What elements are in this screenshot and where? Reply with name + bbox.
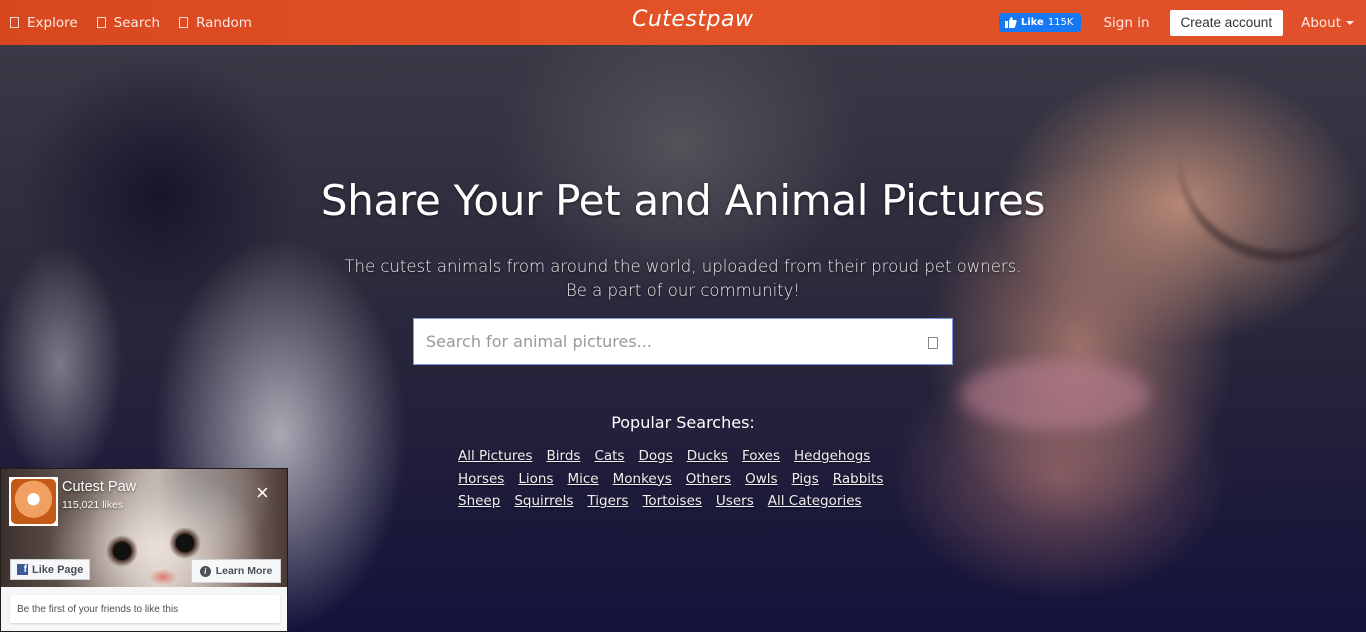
nav-search-label: Search — [113, 14, 161, 31]
popular-search-link[interactable]: Mice — [567, 471, 598, 487]
nav-random[interactable]: Random — [179, 15, 252, 31]
popular-searches-row: All Pictures Birds Cats Dogs Ducks Foxes Hedge… — [458, 445, 897, 468]
top-nav: Explore Search Random Cutestpaw Like 115… — [0, 0, 1366, 45]
search-box — [413, 318, 953, 365]
nav-explore-label: Explore — [27, 14, 78, 31]
fb-page-avatar[interactable] — [9, 477, 58, 526]
popular-search-link[interactable]: Pigs — [792, 471, 819, 487]
popular-search-link[interactable]: Ducks — [687, 448, 728, 464]
popular-search-link[interactable]: Tigers — [587, 493, 628, 509]
popular-search-link[interactable]: Hedgehogs — [794, 448, 870, 464]
popular-search-link[interactable]: Rabbits — [833, 471, 884, 487]
popular-search-link[interactable]: Cats — [594, 448, 624, 464]
fb-like-count: 115K — [1047, 17, 1074, 28]
fb-friends-text: Be the first of your friends to like thi… — [10, 595, 280, 623]
search-input[interactable] — [426, 321, 906, 362]
popular-searches: All Pictures Birds Cats Dogs Ducks Foxes Hedge… — [458, 445, 897, 513]
fb-page-name[interactable]: Cutest Paw — [62, 479, 136, 495]
popular-search-link[interactable]: All Categories — [768, 493, 862, 509]
popular-search-link[interactable]: Dogs — [638, 448, 672, 464]
nav-explore[interactable]: Explore — [10, 15, 78, 31]
cat-avatar-image — [11, 479, 56, 524]
close-icon[interactable]: × — [256, 482, 269, 504]
popular-searches-title: Popular Searches: — [611, 413, 755, 432]
popular-search-link[interactable]: Others — [686, 471, 731, 487]
popular-search-link[interactable]: Squirrels — [514, 493, 573, 509]
hero-subtitle-line2: Be a part of our community! — [565, 281, 801, 300]
popular-search-link[interactable]: Horses — [458, 471, 504, 487]
popular-searches-row: Horses Lions Mice Monkeys Others Owls Pigs Rabb… — [458, 468, 897, 491]
popular-search-link[interactable]: Lions — [518, 471, 553, 487]
facebook-page-widget: Cutest Paw 115,021 likes × f Like Page i… — [0, 468, 288, 632]
caret-down-icon — [1346, 20, 1354, 25]
about-dropdown[interactable]: About — [1301, 15, 1354, 31]
popular-search-link[interactable]: Foxes — [742, 448, 780, 464]
fb-learn-more-button[interactable]: i Learn More — [191, 559, 281, 583]
site-logo[interactable]: Cutestpaw — [632, 7, 754, 32]
popular-search-link[interactable]: Sheep — [458, 493, 500, 509]
popular-search-link[interactable]: All Pictures — [458, 448, 533, 464]
fb-learn-more-label: Learn More — [215, 565, 273, 577]
fb-page-likes: 115,021 likes — [62, 499, 124, 511]
hero-subtitle: The cutest animals from around the world… — [0, 255, 1366, 303]
popular-search-link[interactable]: Monkeys — [613, 471, 672, 487]
fb-like-label: Like — [1020, 17, 1044, 28]
fb-like-button[interactable]: Like 115K — [998, 13, 1082, 32]
nav-left: Explore Search Random — [0, 0, 271, 45]
hero-title: Share Your Pet and Animal Pictures — [320, 176, 1046, 225]
thumbs-up-icon — [1004, 17, 1017, 28]
popular-search-link[interactable]: Owls — [745, 471, 777, 487]
fb-like-page-button[interactable]: f Like Page — [10, 559, 91, 580]
shuffle-icon — [179, 17, 189, 28]
nav-search[interactable]: Search — [96, 14, 161, 31]
popular-search-link[interactable]: Tortoises — [642, 493, 701, 509]
nav-random-label: Random — [196, 14, 252, 31]
fb-like-page-label: Like Page — [32, 563, 84, 576]
info-icon: i — [199, 565, 211, 577]
search-icon — [96, 17, 106, 28]
facebook-icon: f — [17, 564, 28, 575]
fb-cover-photo: Cutest Paw 115,021 likes × f Like Page i… — [1, 469, 287, 587]
create-account-button[interactable]: Create account — [1169, 9, 1284, 36]
popular-search-link[interactable]: Users — [716, 493, 754, 509]
popular-search-link[interactable]: Birds — [547, 448, 581, 464]
popular-searches-row: Sheep Squirrels Tigers Tortoises Users All Ca… — [458, 490, 897, 513]
nav-right: Like 115K Sign in Create account About — [998, 0, 1366, 45]
about-label: About — [1301, 14, 1341, 31]
search-submit-icon[interactable] — [928, 337, 938, 349]
compass-icon — [10, 17, 19, 28]
sign-in-link[interactable]: Sign in — [1103, 15, 1149, 31]
hero-subtitle-line1: The cutest animals from around the world… — [344, 257, 1022, 276]
